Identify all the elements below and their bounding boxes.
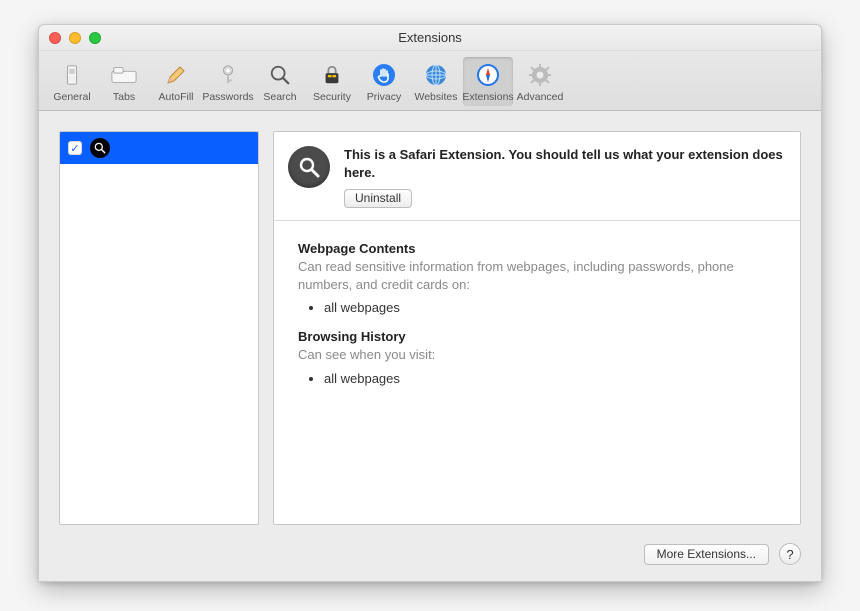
extensions-list: ✓ [59,131,259,525]
tab-websites[interactable]: Websites [411,57,461,106]
tab-label: Tabs [113,91,135,103]
zoom-window-button[interactable] [89,32,101,44]
section-list: all webpages [298,300,780,315]
minimize-window-button[interactable] [69,32,81,44]
tab-label: AutoFill [158,91,193,103]
tab-search[interactable]: Search [255,57,305,106]
tab-extensions[interactable]: Extensions [463,57,513,106]
permissions-area: Webpage Contents Can read sensitive info… [274,221,800,410]
list-item: all webpages [324,371,780,386]
tab-label: Advanced [517,91,564,103]
extension-detail-panel: This is a Safari Extension. You should t… [273,131,801,525]
uninstall-button[interactable]: Uninstall [344,189,412,208]
tab-label: Search [263,91,296,103]
gear-icon [525,61,555,89]
tab-tabs[interactable]: Tabs [99,57,149,106]
tab-autofill[interactable]: AutoFill [151,57,201,106]
tab-label: Passwords [202,91,253,103]
tab-label: Privacy [367,91,401,103]
help-button[interactable]: ? [779,543,801,565]
pencil-icon [161,61,191,89]
extension-icon [90,138,110,158]
close-window-button[interactable] [49,32,61,44]
section-subtitle: Can read sensitive information from webp… [298,258,780,294]
titlebar: Extensions [39,25,821,51]
footer: More Extensions... ? [39,535,821,581]
more-extensions-button[interactable]: More Extensions... [644,544,769,565]
tab-label: General [53,91,90,103]
tab-label: Websites [415,91,458,103]
tab-advanced[interactable]: Advanced [515,57,565,106]
tab-label: Security [313,91,351,103]
lock-icon [317,61,347,89]
preferences-toolbar: General Tabs AutoFill Passwords Search [39,51,821,111]
extension-enabled-checkbox[interactable]: ✓ [68,141,82,155]
tabs-icon [109,61,139,89]
key-icon [213,61,243,89]
tab-security[interactable]: Security [307,57,357,106]
extension-description: This is a Safari Extension. You should t… [344,146,786,181]
compass-icon [473,61,503,89]
tab-privacy[interactable]: Privacy [359,57,409,106]
tab-label: Extensions [462,91,513,103]
preferences-window: Extensions General Tabs AutoFill Passw [38,24,822,582]
tab-general[interactable]: General [47,57,97,106]
traffic-lights [49,32,101,44]
search-icon [265,61,295,89]
globe-icon [421,61,451,89]
window-body: ✓ This is a Safari Extension. You should… [39,111,821,581]
extension-large-icon [288,146,330,188]
list-item: all webpages [324,300,780,315]
window-title: Extensions [398,30,462,45]
hand-icon [369,61,399,89]
extension-list-item[interactable]: ✓ [60,132,258,164]
section-list: all webpages [298,371,780,386]
section-subtitle: Can see when you visit: [298,346,780,364]
section-title: Browsing History [298,329,780,344]
switch-icon [57,61,87,89]
section-title: Webpage Contents [298,241,780,256]
tab-passwords[interactable]: Passwords [203,57,253,106]
